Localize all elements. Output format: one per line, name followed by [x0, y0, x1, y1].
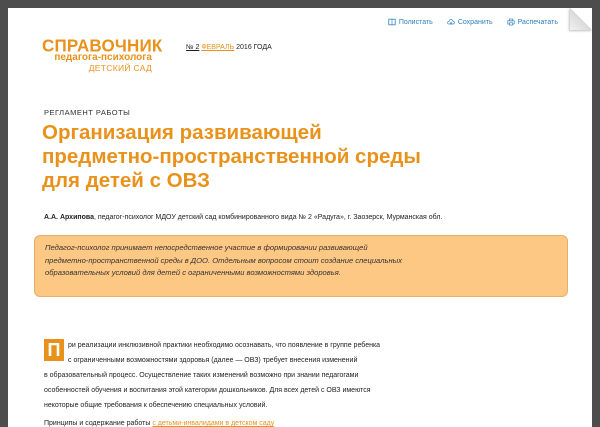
- browse-button[interactable]: Полистать: [388, 18, 433, 26]
- body-line: особенностей обучения и воспитания этой …: [44, 387, 371, 394]
- page-corner-fold: [570, 8, 592, 30]
- logo-line-1: СПРАВОЧНИК: [42, 35, 163, 56]
- author-name: А.А. Архипова: [44, 214, 94, 221]
- print-label: Распечатать: [517, 18, 558, 26]
- body-line: в образовательный процесс. Осуществление…: [44, 372, 359, 379]
- next-para-link[interactable]: с детьми-инвалидами в детском саду: [152, 420, 274, 427]
- lead-line: Педагог-психолог принимает непосредствен…: [45, 243, 368, 252]
- article-rubric: РЕГЛАМЕНТ РАБОТЫ: [44, 108, 131, 117]
- next-para-text: Принципы и содержание работы: [44, 420, 151, 427]
- article-body: ри реализации инклюзивной практики необх…: [44, 338, 514, 413]
- cloud-download-icon: [447, 19, 455, 25]
- save-button[interactable]: Сохранить: [447, 18, 493, 26]
- lead-line: предметно-пространственной среды в ДОО. …: [45, 255, 403, 265]
- document-page: Полистать Сохранить Распечатать СПРАВОЧН…: [8, 8, 592, 427]
- journal-logo: СПРАВОЧНИК педагога-психолога ДЕТСКИЙ СА…: [42, 35, 163, 73]
- title-line: Организация развивающей: [42, 121, 322, 144]
- issue-month[interactable]: ФЕВРАЛЬ: [201, 44, 234, 51]
- toolbar: Полистать Сохранить Распечатать: [388, 18, 558, 26]
- logo-line-3: ДЕТСКИЙ САД: [88, 63, 152, 73]
- issue-number[interactable]: № 2: [186, 44, 199, 51]
- article-title: Организация развивающей предметно-простр…: [42, 121, 462, 193]
- title-line: для детей с ОВЗ: [42, 169, 210, 192]
- browse-label: Полистать: [398, 18, 433, 26]
- title-line: предметно-пространственной среды: [42, 145, 421, 168]
- save-label: Сохранить: [457, 18, 493, 26]
- body-line: ри реализации инклюзивной практики необх…: [68, 342, 381, 349]
- book-icon: [388, 18, 396, 26]
- issue-info: № 2 ФЕВРАЛЬ 2016 ГОДА: [186, 44, 272, 51]
- print-button[interactable]: Распечатать: [507, 18, 558, 26]
- printer-icon: [507, 18, 515, 26]
- article-author: А.А. Архипова, педагог-психолог МДОУ дет…: [44, 214, 442, 221]
- lead-line: образовательных условий для детей с огра…: [45, 268, 341, 277]
- body-line: с ограниченными возможностями здоровья (…: [68, 357, 358, 364]
- lead-box: Педагог-психолог принимает непосредствен…: [34, 235, 568, 297]
- author-info: , педагог-психолог МДОУ детский сад комб…: [94, 214, 443, 221]
- body-line: некоторые общие требования к обеспечению…: [44, 402, 268, 409]
- next-paragraph: Принципы и содержание работы с детьми-ин…: [44, 420, 274, 427]
- issue-year: 2016 ГОДА: [236, 44, 272, 51]
